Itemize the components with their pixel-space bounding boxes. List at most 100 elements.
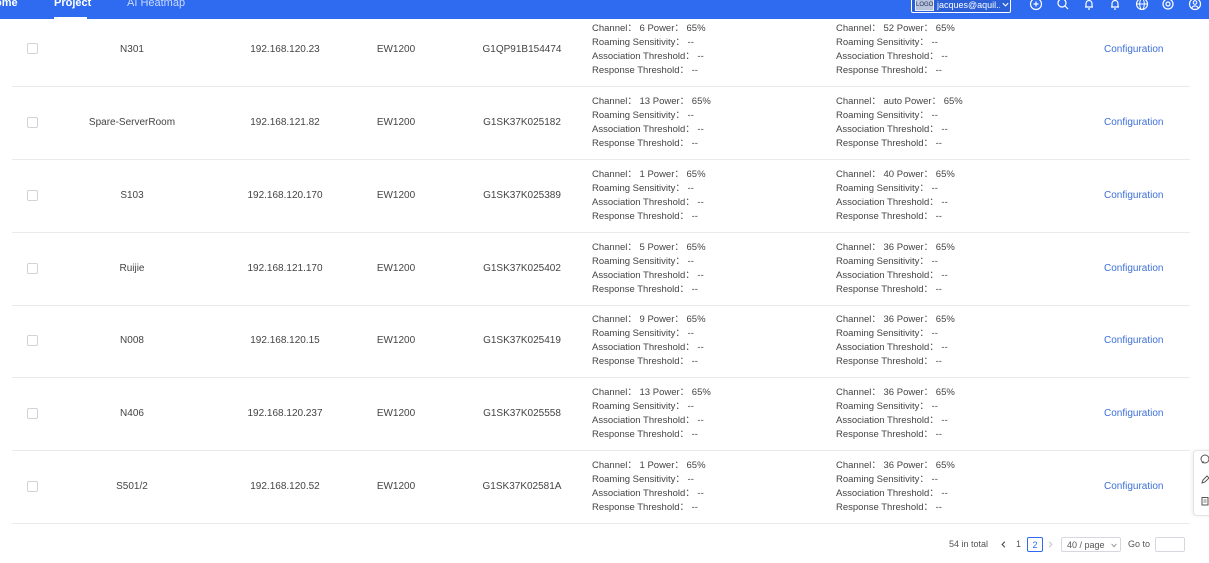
association-threshold: Association Threshold： -- — [836, 270, 948, 281]
radio-2g-info: Channel： 6 Power： 65% Roaming Sensitivit… — [592, 22, 706, 78]
row-checkbox[interactable] — [27, 408, 38, 419]
row-checkbox[interactable] — [27, 335, 38, 346]
page-1[interactable]: 1 — [1016, 537, 1021, 552]
radio-channel-power: Channel： 1 Power： 65% — [592, 169, 706, 180]
nav-ai-heatmap[interactable]: AI Heatmap — [127, 0, 185, 10]
settings-icon[interactable] — [1161, 0, 1175, 11]
goto-page-input[interactable] — [1155, 537, 1185, 552]
radio-5g-info: Channel： 36 Power： 65% Roaming Sensitivi… — [836, 313, 955, 369]
page-size-select[interactable]: 40 / page — [1061, 537, 1121, 552]
roaming-sensitivity: Roaming Sensitivity： -- — [592, 183, 694, 194]
roaming-sensitivity: Roaming Sensitivity： -- — [836, 256, 938, 267]
floating-tool-panel — [1193, 450, 1209, 516]
device-name: N301 — [120, 44, 144, 55]
device-sn: G1SK37K025419 — [483, 335, 561, 346]
response-threshold: Response Threshold： -- — [836, 65, 942, 76]
response-threshold: Response Threshold： -- — [592, 429, 698, 440]
next-page-icon[interactable] — [1046, 540, 1055, 549]
device-ip: 192.168.120.237 — [247, 408, 323, 419]
device-name: N406 — [120, 408, 144, 419]
chevron-down-icon — [1111, 543, 1117, 548]
add-circle-icon[interactable] — [1029, 0, 1043, 11]
roaming-sensitivity: Roaming Sensitivity： -- — [592, 256, 694, 267]
device-ip: 192.168.120.23 — [250, 44, 320, 55]
table-row: N301 192.168.120.23 EW1200 G1QP91B154474… — [12, 14, 1190, 87]
radio-channel-power: Channel： 36 Power： 65% — [836, 314, 955, 325]
response-threshold: Response Threshold： -- — [836, 284, 942, 295]
row-checkbox[interactable] — [27, 190, 38, 201]
response-threshold: Response Threshold： -- — [836, 356, 942, 367]
account-selector[interactable]: LOGO jacques@aquil... — [911, 0, 1011, 13]
device-name: Ruijie — [119, 263, 145, 274]
row-checkbox[interactable] — [27, 43, 38, 54]
globe-icon[interactable] — [1135, 0, 1149, 11]
prev-page-icon[interactable] — [999, 540, 1008, 549]
radio-5g-info: Channel： 40 Power： 65% Roaming Sensitivi… — [836, 168, 955, 224]
goto-label: Go to — [1128, 539, 1151, 549]
radio-2g-info: Channel： 9 Power： 65% Roaming Sensitivit… — [592, 313, 706, 369]
roaming-sensitivity: Roaming Sensitivity： -- — [836, 183, 938, 194]
radio-channel-power: Channel： auto Power： 65% — [836, 96, 963, 107]
association-threshold: Association Threshold： -- — [592, 51, 704, 62]
device-ip: 192.168.121.170 — [247, 263, 323, 274]
configuration-link[interactable]: Configuration — [1104, 117, 1163, 128]
device-model: EW1200 — [376, 44, 416, 55]
configuration-link[interactable]: Configuration — [1104, 408, 1163, 419]
response-threshold: Response Threshold： -- — [836, 138, 942, 149]
account-email: jacques@aquil... — [937, 0, 1000, 10]
configuration-link[interactable]: Configuration — [1104, 335, 1163, 346]
response-threshold: Response Threshold： -- — [592, 502, 698, 513]
radio-2g-info: Channel： 5 Power： 65% Roaming Sensitivit… — [592, 241, 706, 297]
search-icon[interactable] — [1056, 0, 1070, 11]
radio-channel-power: Channel： 13 Power： 65% — [592, 96, 711, 107]
roaming-sensitivity: Roaming Sensitivity： -- — [836, 328, 938, 339]
association-threshold: Association Threshold： -- — [592, 270, 704, 281]
response-threshold: Response Threshold： -- — [592, 138, 698, 149]
device-model: EW1200 — [376, 117, 416, 128]
roaming-sensitivity: Roaming Sensitivity： -- — [592, 110, 694, 121]
row-checkbox[interactable] — [27, 117, 38, 128]
user-avatar-icon[interactable] — [1188, 0, 1202, 11]
notification-icon[interactable] — [1108, 0, 1122, 11]
device-sn: G1SK37K02581A — [482, 481, 562, 492]
configuration-link[interactable]: Configuration — [1104, 263, 1163, 274]
device-sn: G1SK37K025389 — [483, 190, 561, 201]
association-threshold: Association Threshold： -- — [836, 124, 948, 135]
response-threshold: Response Threshold： -- — [592, 356, 698, 367]
clipboard-icon[interactable] — [1200, 496, 1209, 506]
device-model: EW1200 — [376, 190, 416, 201]
association-threshold: Association Threshold： -- — [836, 197, 948, 208]
radio-channel-power: Channel： 6 Power： 65% — [592, 23, 706, 34]
radio-5g-info: Channel： 36 Power： 65% Roaming Sensitivi… — [836, 459, 955, 515]
device-model: EW1200 — [376, 263, 416, 274]
roaming-sensitivity: Roaming Sensitivity： -- — [836, 37, 938, 48]
response-threshold: Response Threshold： -- — [836, 211, 942, 222]
radio-channel-power: Channel： 13 Power： 65% — [592, 387, 711, 398]
device-sn: G1SK37K025182 — [483, 117, 561, 128]
radio-channel-power: Channel： 36 Power： 65% — [836, 387, 955, 398]
page-2-current[interactable]: 2 — [1027, 537, 1043, 552]
chat-icon[interactable] — [1200, 454, 1209, 464]
nav-home[interactable]: ome — [0, 0, 18, 10]
radio-5g-info: Channel： auto Power： 65% Roaming Sensiti… — [836, 95, 963, 151]
configuration-link[interactable]: Configuration — [1104, 190, 1163, 201]
row-checkbox[interactable] — [27, 481, 38, 492]
radio-5g-info: Channel： 36 Power： 65% Roaming Sensitivi… — [836, 241, 955, 297]
page-size-value: 40 / page — [1067, 540, 1105, 550]
roaming-sensitivity: Roaming Sensitivity： -- — [592, 401, 694, 412]
association-threshold: Association Threshold： -- — [592, 197, 704, 208]
device-sn: G1SK37K025558 — [483, 408, 561, 419]
association-threshold: Association Threshold： -- — [592, 124, 704, 135]
row-checkbox[interactable] — [27, 263, 38, 274]
device-ip: 192.168.120.170 — [247, 190, 323, 201]
device-name: N008 — [120, 335, 144, 346]
bell-outline-icon[interactable] — [1082, 0, 1096, 11]
configuration-link[interactable]: Configuration — [1104, 44, 1163, 55]
edit-icon[interactable] — [1200, 475, 1209, 485]
response-threshold: Response Threshold： -- — [592, 284, 698, 295]
nav-project[interactable]: Project — [54, 0, 91, 10]
configuration-link[interactable]: Configuration — [1104, 481, 1163, 492]
association-threshold: Association Threshold： -- — [836, 488, 948, 499]
roaming-sensitivity: Roaming Sensitivity： -- — [592, 328, 694, 339]
table-row: S501/2 192.168.120.52 EW1200 G1SK37K0258… — [12, 451, 1190, 524]
